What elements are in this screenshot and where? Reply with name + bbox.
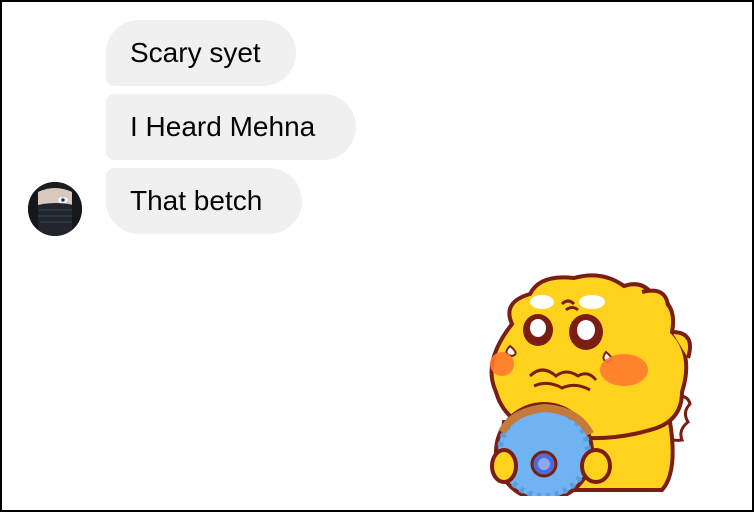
avatar-photo [28,182,82,236]
message-bubble[interactable]: That betch [106,168,302,234]
chat-thread: Scary syet I Heard Mehna That betch [0,0,754,512]
message-bubble[interactable]: I Heard Mehna [106,94,356,160]
crying-chick-sticker-icon[interactable] [482,272,702,502]
avatar[interactable] [28,182,82,236]
sticker-image [489,273,692,502]
message-bubble[interactable]: Scary syet [106,20,296,86]
message-text: I Heard Mehna [130,111,316,142]
message-text: Scary syet [130,37,261,68]
message-text: That betch [130,185,263,216]
